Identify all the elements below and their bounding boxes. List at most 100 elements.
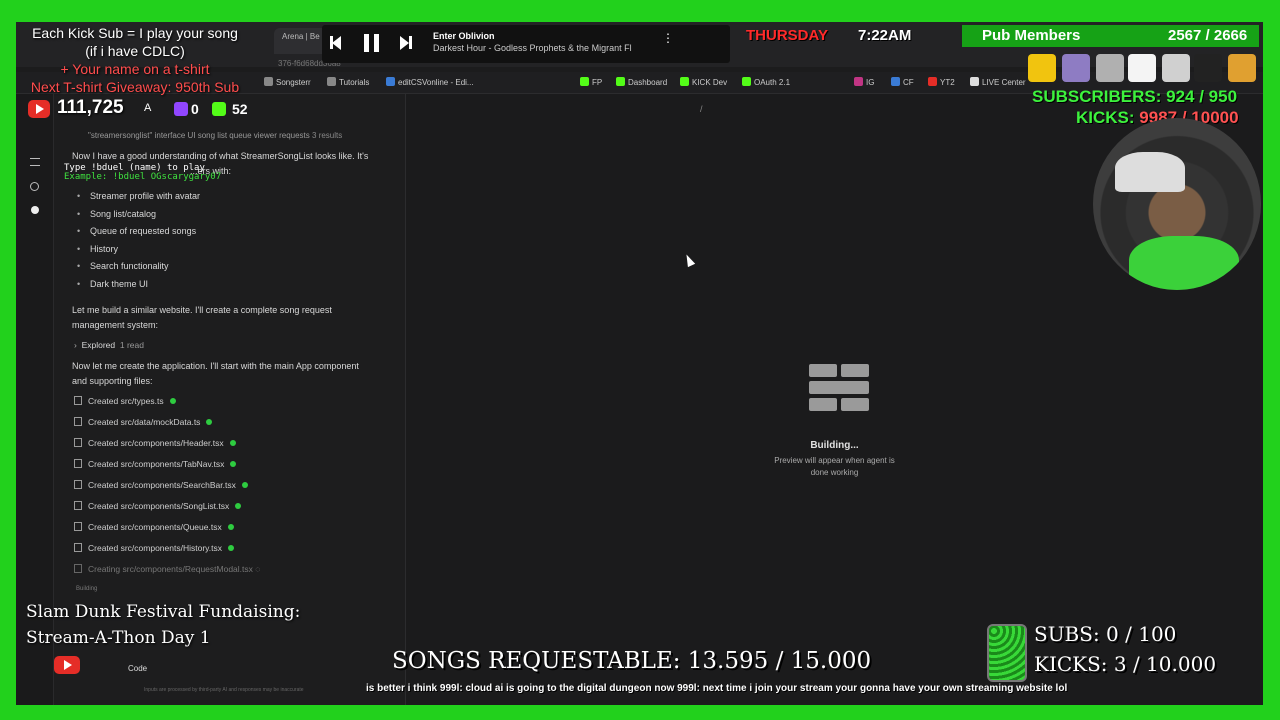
file-icon [74, 543, 82, 552]
check-icon [169, 398, 176, 404]
youtube-icon [54, 656, 80, 674]
yt-suffix: A [144, 102, 152, 114]
file-created[interactable]: Created src/data/mockData.ts [74, 417, 213, 427]
bookmark-label: Dashboard [628, 78, 668, 87]
green-shirt [1129, 236, 1239, 290]
instagram-icon [854, 77, 863, 86]
check-icon [229, 440, 236, 446]
create-text: Now let me create the application. I'll … [72, 361, 359, 386]
bookmark-live-center[interactable]: LIVE Center [970, 77, 1026, 87]
disclaimer: Inputs are processed by third-party AI a… [144, 687, 304, 693]
tshirt-icon [1062, 54, 1090, 82]
cf-icon [891, 77, 900, 86]
pub-label: Pub Members [982, 27, 1081, 44]
file-icon [74, 396, 82, 405]
building-subtitle: Preview will appear when agent is done wo… [774, 456, 895, 477]
webcam-feed [1093, 118, 1261, 290]
file-icon [74, 480, 82, 489]
check-icon [241, 482, 248, 488]
feature-item: Queue of requested songs [77, 226, 196, 236]
kick-icon [580, 77, 589, 86]
file-created[interactable]: Created src/components/Queue.tsx [74, 522, 234, 532]
bookmark-kick-dev[interactable]: KICK Dev [680, 77, 727, 87]
bookmark-cf[interactable]: CF [891, 77, 914, 87]
file-icon [74, 564, 82, 573]
file-created[interactable]: Created src/components/TabNav.tsx [74, 459, 237, 469]
bookmark-label: Tutorials [339, 78, 370, 87]
pub-members-bar: Pub Members 2567 / 2666 [962, 25, 1259, 47]
tshirt-gallery [1028, 52, 1260, 86]
bookmark-label: editCSVonline - Edi... [398, 78, 474, 87]
bookmark-tutorials[interactable]: Tutorials [327, 77, 369, 87]
file-created[interactable]: Created src/components/Header.tsx [74, 438, 236, 448]
prev-arrow-icon[interactable] [332, 36, 341, 50]
file-icon [74, 501, 82, 510]
kick-icon [680, 77, 689, 86]
bookmark-songsterr[interactable]: Songsterr [264, 77, 311, 87]
fundraising-banner: Slam Dunk Festival Fundaising: Stream-A-… [26, 602, 301, 648]
feature-item: Search functionality [77, 261, 168, 271]
pause-icon[interactable] [374, 34, 379, 52]
youtube-icon [28, 100, 50, 118]
pause-icon[interactable] [364, 34, 369, 52]
bookmark-fp[interactable]: FP [580, 77, 602, 87]
building-status: Building [76, 586, 98, 592]
cap [1115, 152, 1185, 192]
tiktok-icon [970, 77, 979, 86]
check-icon [235, 503, 242, 509]
building-title: Building... [810, 440, 859, 451]
feature-item: Song list/catalog [77, 209, 156, 219]
bookmark-label: YT2 [940, 78, 955, 87]
list-icon[interactable] [30, 158, 40, 166]
file-icon [74, 417, 82, 426]
bookmark-label: KICK Dev [692, 78, 728, 87]
tshirt-icon [1228, 54, 1256, 82]
bookmark-dashboard[interactable]: Dashboard [616, 77, 667, 87]
more-icon[interactable]: ⋮ [662, 32, 674, 44]
tshirt-icon [1128, 54, 1156, 82]
folder-icon [327, 77, 336, 86]
check-icon [228, 545, 234, 551]
building-blocks-icon [809, 364, 871, 412]
check-icon [230, 461, 237, 467]
plan-text: Let me build a similar website. I'll cre… [72, 305, 332, 330]
status-dot-icon [31, 206, 39, 214]
file-created[interactable]: Created src/components/SearchBar.tsx [74, 480, 248, 490]
file-created[interactable]: Created src/components/History.tsx [74, 543, 234, 553]
search-icon[interactable] [30, 182, 39, 191]
songs-requestable: SONGS REQUESTABLE: 13.595 / 15.000 [392, 648, 872, 674]
file-creating: Creating src/components/RequestModal.tsx… [74, 564, 260, 574]
now-playing-widget: Enter Oblivion Darkest Hour - Godless Pr… [322, 25, 730, 63]
bookmark-ig[interactable]: IG [854, 77, 874, 87]
file-created[interactable]: Created src/components/SongList.tsx [74, 501, 242, 511]
tab-arena[interactable]: Arena | Be [274, 28, 328, 54]
bookmark-label: OAuth 2.1 [754, 78, 791, 87]
bookmark-editcsv[interactable]: editCSVonline - Edi... [386, 77, 474, 87]
bookmark-label: IG [866, 78, 875, 87]
subs-goal: SUBS: 0 / 100 [1034, 622, 1177, 646]
youtube-icon [928, 77, 937, 86]
track-title: Enter Oblivion [433, 31, 495, 41]
file-icon [74, 522, 82, 531]
kicks-goal: KICKS: 3 / 10.000 [1034, 652, 1217, 676]
intro-text: Now I have a good understanding of what … [72, 151, 369, 161]
bookmark-yt2[interactable]: YT2 [928, 77, 955, 87]
kick-icon [742, 77, 751, 86]
code-tab[interactable]: Code [128, 661, 147, 676]
next-arrow-icon[interactable] [400, 36, 409, 50]
bookmark-oauth[interactable]: OAuth 2.1 [742, 77, 790, 87]
csv-icon [386, 77, 395, 86]
explored-toggle[interactable]: › Explored 1 read [74, 338, 144, 353]
file-icon [74, 459, 82, 468]
subscribers-counter: SUBSCRIBERS: 924 / 950 [1032, 87, 1238, 106]
tab-label: Arena | Be [282, 32, 320, 41]
next-icon[interactable] [409, 36, 412, 49]
preview-path[interactable]: / [700, 104, 703, 114]
folder-icon [264, 77, 273, 86]
tshirt-icon [1162, 54, 1190, 82]
twitch-viewer-count: 0 [191, 101, 199, 117]
chat-ticker: is better i think 999l: cloud ai is goin… [366, 683, 1068, 694]
file-created[interactable]: Created src/types.ts [74, 396, 176, 406]
feature-item: Dark theme UI [77, 279, 148, 289]
tshirt-icon [1194, 54, 1222, 82]
